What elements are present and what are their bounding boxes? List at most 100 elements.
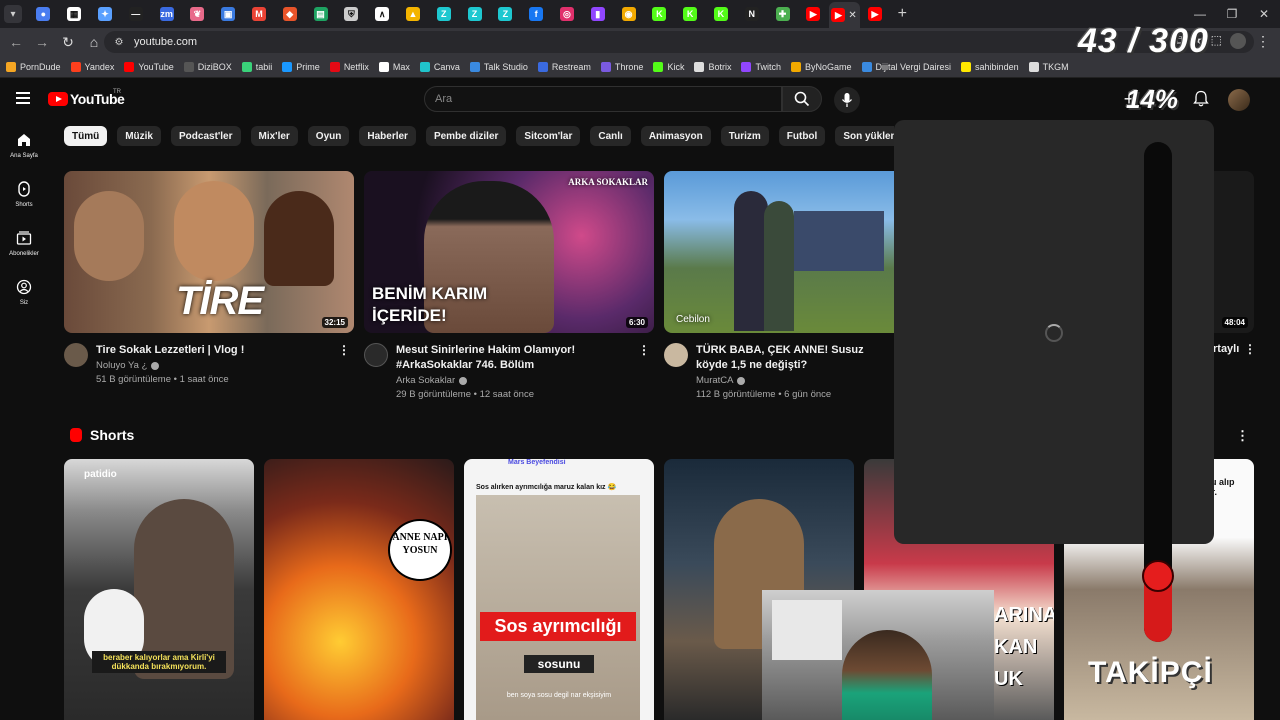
site-info-icon[interactable]: ⚙ <box>112 35 126 49</box>
browser-tab[interactable]: Z <box>428 0 459 28</box>
category-chip[interactable]: Müzik <box>117 126 161 146</box>
sidebar-item[interactable]: Shorts <box>0 169 48 218</box>
sidebar-item[interactable]: Abonelikler <box>0 218 48 267</box>
browser-tab[interactable]: N <box>736 0 767 28</box>
browser-tab[interactable]: ▶ <box>798 0 829 28</box>
bookmark-item[interactable]: TKGM <box>1028 61 1069 72</box>
browser-tab[interactable]: ● <box>28 0 59 28</box>
browser-tab[interactable]: ✚ <box>767 0 798 28</box>
video-card[interactable]: TİRE 32:15 Tire Sokak Lezzetleri | Vlog … <box>64 171 354 385</box>
more-actions-icon[interactable]: ⋮ <box>338 343 350 357</box>
bookmark-item[interactable]: Talk Studio <box>469 61 528 72</box>
video-card[interactable]: ARKA SOKAKLAR BENİM KARIM İÇERİDE! 6:30 … <box>364 171 654 400</box>
bookmark-item[interactable]: sahibinden <box>961 61 1019 72</box>
back-button[interactable]: ← <box>4 30 28 54</box>
bookmark-item[interactable]: Twitch <box>741 61 781 72</box>
browser-tab[interactable]: ▶ <box>860 0 891 28</box>
channel-avatar[interactable] <box>364 343 388 367</box>
browser-tab[interactable]: ▲ <box>398 0 429 28</box>
video-title[interactable]: Tire Sokak Lezzetleri | Vlog ! <box>96 343 336 358</box>
category-chip[interactable]: Pembe diziler <box>425 126 507 146</box>
close-window-button[interactable]: ✕ <box>1248 0 1280 28</box>
notifications-button[interactable] <box>1190 88 1212 110</box>
browser-tab[interactable]: Z <box>490 0 521 28</box>
video-title[interactable]: Mesut Sinirlerine Hakim Olamıyor! #ArkaS… <box>396 343 636 373</box>
forward-button[interactable]: → <box>30 30 54 54</box>
account-avatar[interactable] <box>1228 89 1250 111</box>
channel-avatar[interactable] <box>664 343 688 367</box>
browser-tab[interactable]: ◆ <box>274 0 305 28</box>
tab-search-button[interactable]: ▾ <box>4 5 22 23</box>
browser-tab[interactable]: zm <box>151 0 182 28</box>
category-chip[interactable]: Podcast'ler <box>171 126 241 146</box>
bookmark-item[interactable]: Netflix <box>329 61 369 72</box>
browser-tab[interactable]: K <box>644 0 675 28</box>
category-chip[interactable]: Haberler <box>359 126 416 146</box>
browser-tab[interactable]: ▣ <box>213 0 244 28</box>
bookmark-item[interactable]: Throne <box>600 61 643 72</box>
category-chip[interactable]: Canlı <box>590 126 631 146</box>
short-card[interactable]: patidio beraber kalıyorlar ama Kirli'yi … <box>64 459 254 720</box>
category-chip[interactable]: Mix'ler <box>250 126 298 146</box>
bookmark-item[interactable]: Kick <box>653 61 684 72</box>
new-tab-button[interactable]: + <box>890 5 914 23</box>
reload-button[interactable]: ↻ <box>56 30 80 54</box>
menu-icon[interactable] <box>16 92 30 104</box>
bookmark-item[interactable]: tabii <box>241 61 272 72</box>
profile-avatar[interactable] <box>1230 33 1246 49</box>
category-chip[interactable]: Tümü <box>64 126 108 146</box>
browser-tab[interactable]: ∧ <box>367 0 398 28</box>
browser-tab[interactable]: ▦ <box>59 0 90 28</box>
sidebar-item[interactable]: Ana Sayfa <box>0 120 48 169</box>
bookmark-item[interactable]: Yandex <box>70 61 114 72</box>
browser-tab[interactable]: ◉ <box>613 0 644 28</box>
close-tab-icon[interactable]: ✕ <box>848 10 856 21</box>
category-chip[interactable]: Futbol <box>778 126 826 146</box>
video-thumbnail[interactable]: ARKA SOKAKLAR BENİM KARIM İÇERİDE! 6:30 <box>364 171 654 333</box>
bookmark-item[interactable]: PornDude <box>6 61 61 72</box>
channel-name[interactable]: Arka Sokaklar <box>396 375 654 386</box>
more-actions-icon[interactable]: ⋮ <box>638 343 650 357</box>
extensions-icon[interactable]: ⬚ <box>1211 33 1222 49</box>
bookmark-item[interactable]: Botrix <box>694 61 731 72</box>
browser-menu-icon[interactable]: ⋮ <box>1256 33 1270 50</box>
video-title[interactable]: rtaylı <box>1213 343 1239 355</box>
browser-tab[interactable]: ⛨ <box>336 0 367 28</box>
category-chip[interactable]: Animasyon <box>640 126 711 146</box>
video-thumbnail[interactable]: 48:04 <box>1214 171 1254 333</box>
category-chip[interactable]: Son yüklenenler <box>835 126 894 146</box>
browser-tab[interactable]: f <box>521 0 552 28</box>
bookmark-item[interactable]: Restream <box>537 61 591 72</box>
bookmark-item[interactable]: Dijital Vergi Dairesi <box>861 61 951 72</box>
shorts-more-icon[interactable]: ⋮ <box>1236 428 1249 444</box>
home-button[interactable]: ⌂ <box>82 30 106 54</box>
category-chip[interactable]: Oyun <box>307 126 350 146</box>
search-button[interactable] <box>782 86 822 112</box>
bookmark-item[interactable]: YouTube <box>124 61 174 72</box>
search-input[interactable] <box>435 93 781 105</box>
browser-tab[interactable]: ◎ <box>552 0 583 28</box>
browser-tab[interactable]: M <box>244 0 275 28</box>
browser-tab[interactable]: K <box>675 0 706 28</box>
video-thumbnail[interactable]: Cebilon <box>664 171 894 333</box>
video-title[interactable]: TÜRK BABA, ÇEK ANNE! Susuz köyde 1,5 ne … <box>696 343 896 373</box>
channel-avatar[interactable] <box>64 343 88 367</box>
category-chip[interactable]: Sitcom'lar <box>516 126 581 146</box>
browser-tab[interactable]: ▤ <box>305 0 336 28</box>
bookmark-item[interactable]: ByNoGame <box>790 61 852 72</box>
short-card[interactable]: Mars Beyefendisi Sos alırken ayrımcılığa… <box>464 459 654 720</box>
bookmark-item[interactable]: Canva <box>419 61 460 72</box>
browser-tab[interactable]: — <box>120 0 151 28</box>
voice-search-button[interactable] <box>834 87 860 113</box>
bookmark-item[interactable]: Max <box>378 61 410 72</box>
video-thumbnail[interactable]: TİRE 32:15 <box>64 171 354 333</box>
browser-tab[interactable]: ❦ <box>182 0 213 28</box>
channel-name[interactable]: Noluyo Ya ¿ <box>96 360 354 371</box>
video-card[interactable]: Cebilon TÜRK BABA, ÇEK ANNE! Susuz köyde… <box>664 171 894 400</box>
more-actions-icon[interactable]: ⋮ <box>1244 342 1256 356</box>
channel-name[interactable]: MuratCA <box>696 375 894 386</box>
sidebar-item[interactable]: Siz <box>0 267 48 316</box>
browser-tab[interactable]: ▮ <box>582 0 613 28</box>
browser-tab[interactable]: K <box>706 0 737 28</box>
category-chip[interactable]: Turizm <box>720 126 769 146</box>
